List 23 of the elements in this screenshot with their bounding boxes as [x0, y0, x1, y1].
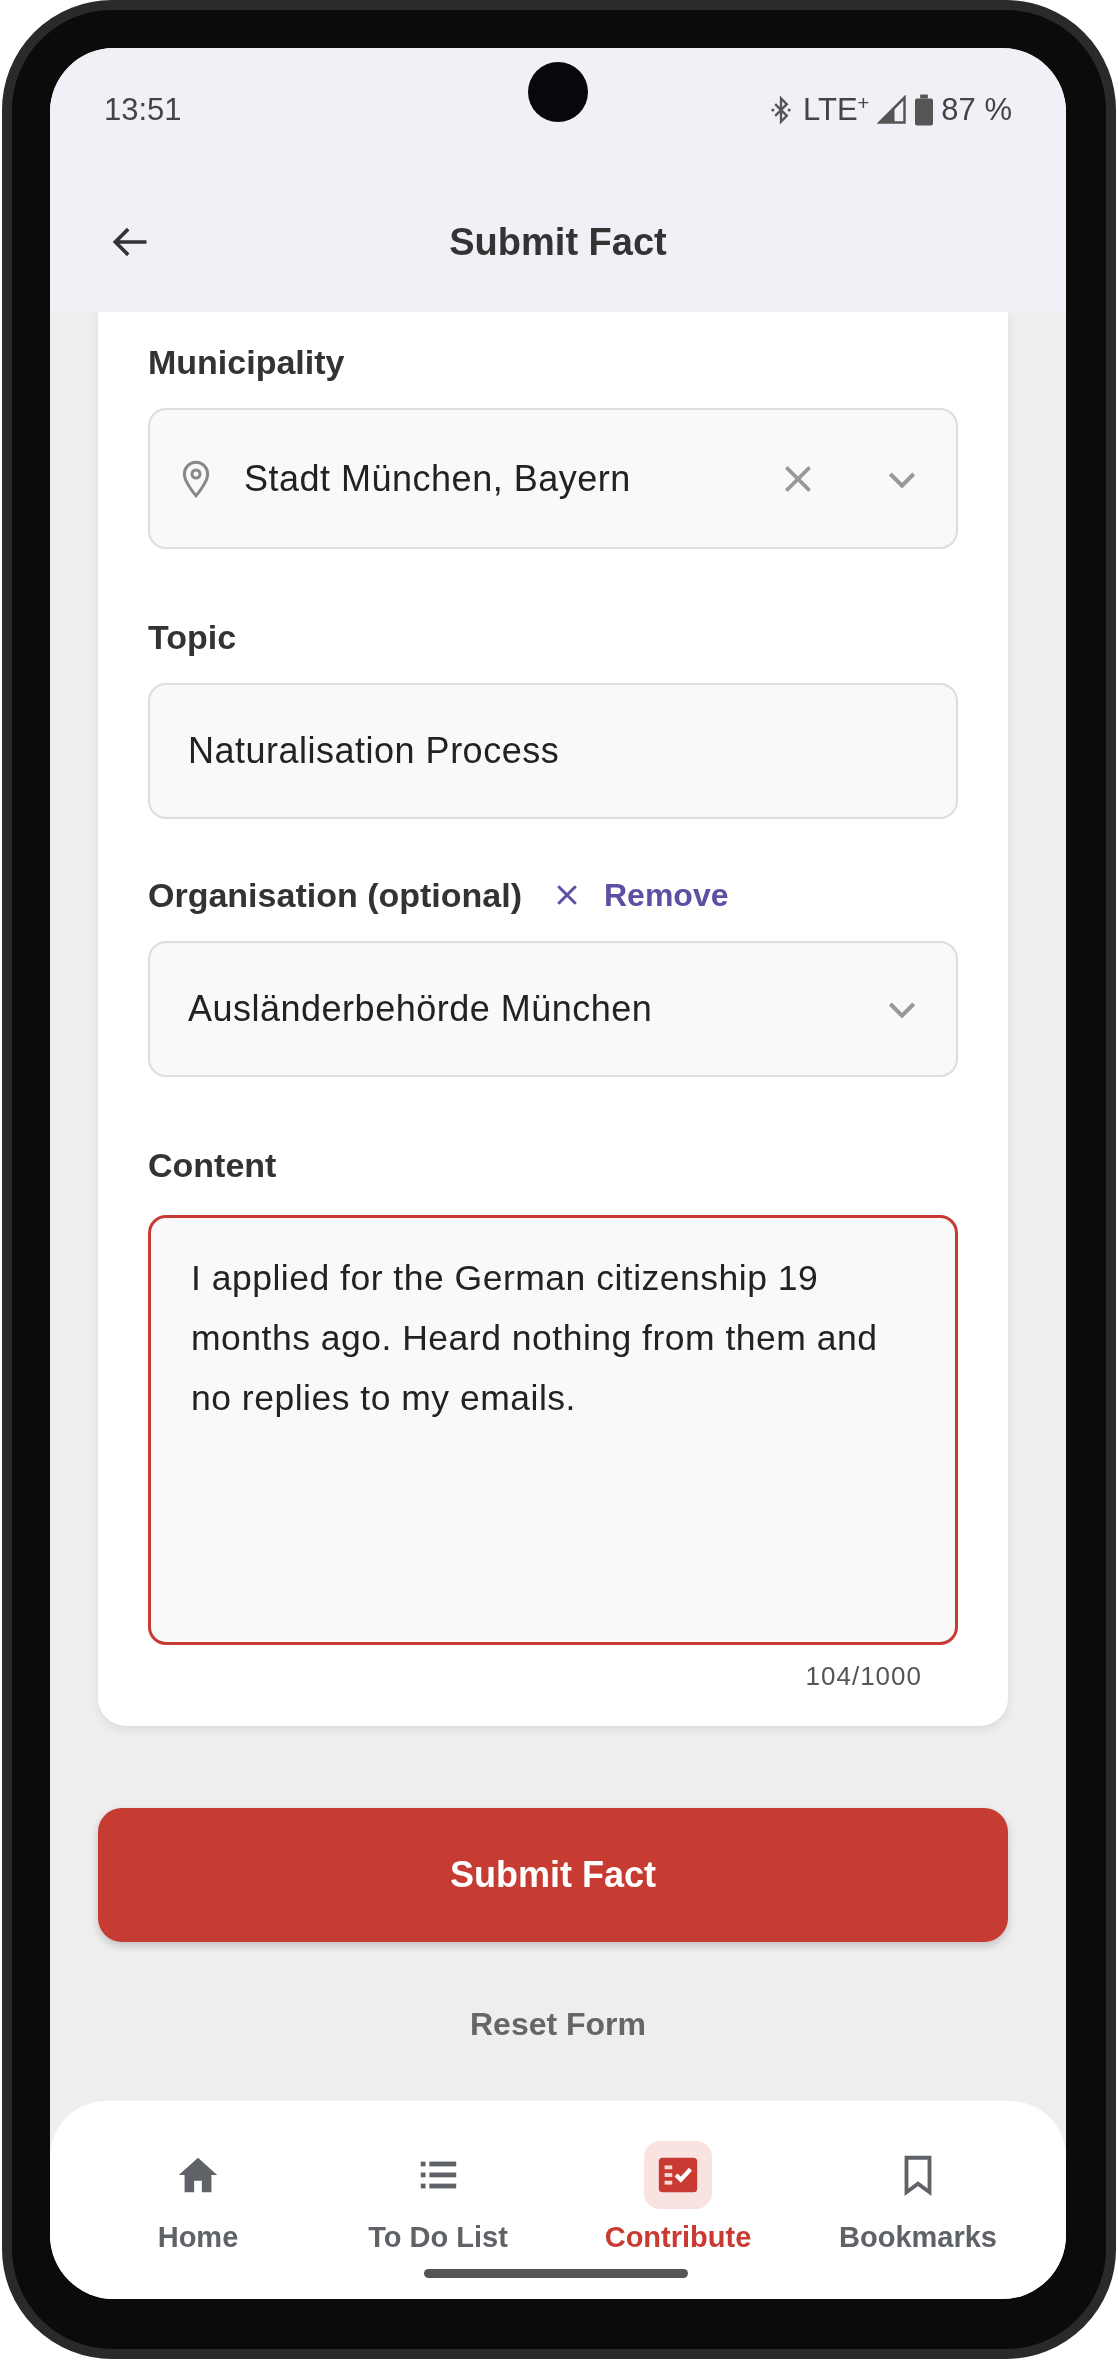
field-label: Content — [148, 1145, 278, 1185]
remove-button[interactable]: Remove — [552, 876, 729, 914]
battery-icon — [915, 94, 934, 126]
nav-tab[interactable]: Home — [78, 2141, 318, 2263]
field-label: Municipality — [148, 342, 346, 382]
field-label: Topic — [148, 617, 238, 657]
status-time: 13:51 — [104, 92, 182, 128]
municipality-field[interactable]: Stadt München, Bayern — [148, 408, 958, 549]
character-counter: 104/1000 — [804, 1661, 922, 1692]
battery-percent: 87 % — [941, 92, 1012, 128]
reset-form-button[interactable]: Reset Form — [469, 2006, 646, 2043]
nav-tab[interactable]: Contribute — [558, 2141, 798, 2263]
submit-button[interactable]: Submit Fact — [98, 1808, 1008, 1942]
field-label: Organisation (optional) — [148, 875, 522, 915]
screen-title: Submit Fact — [449, 220, 667, 264]
nav-tab[interactable]: To Do List — [318, 2141, 558, 2263]
organisation-field[interactable]: Ausländerbehörde München — [148, 941, 958, 1077]
nav-tab[interactable]: Bookmarks — [798, 2141, 1038, 2263]
camera-hole — [528, 62, 588, 122]
topic-field[interactable]: Naturalisation Process — [148, 683, 958, 819]
content-field[interactable]: I applied for the German citizenship 19 months ago. Heard nothing from them and no replies to my emails. — [148, 1215, 958, 1645]
network-type: LTE$^{+}$ — [803, 92, 870, 128]
signal-icon — [877, 95, 908, 125]
